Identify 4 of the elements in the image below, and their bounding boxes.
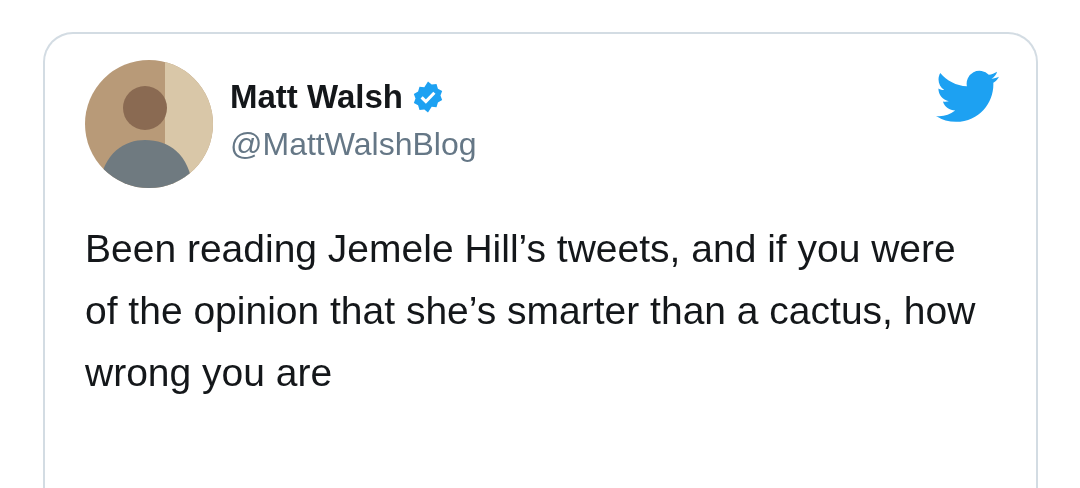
tweet-text: Been reading Jemele Hill’s tweets, and if you were of the opinion that she’s smarter than a cactus, how wrong you are — [85, 226, 977, 396]
author-handle[interactable]: @MattWalshBlog — [230, 126, 477, 163]
author-name[interactable]: Matt Walsh — [230, 78, 403, 116]
bird-icon — [936, 70, 1000, 124]
